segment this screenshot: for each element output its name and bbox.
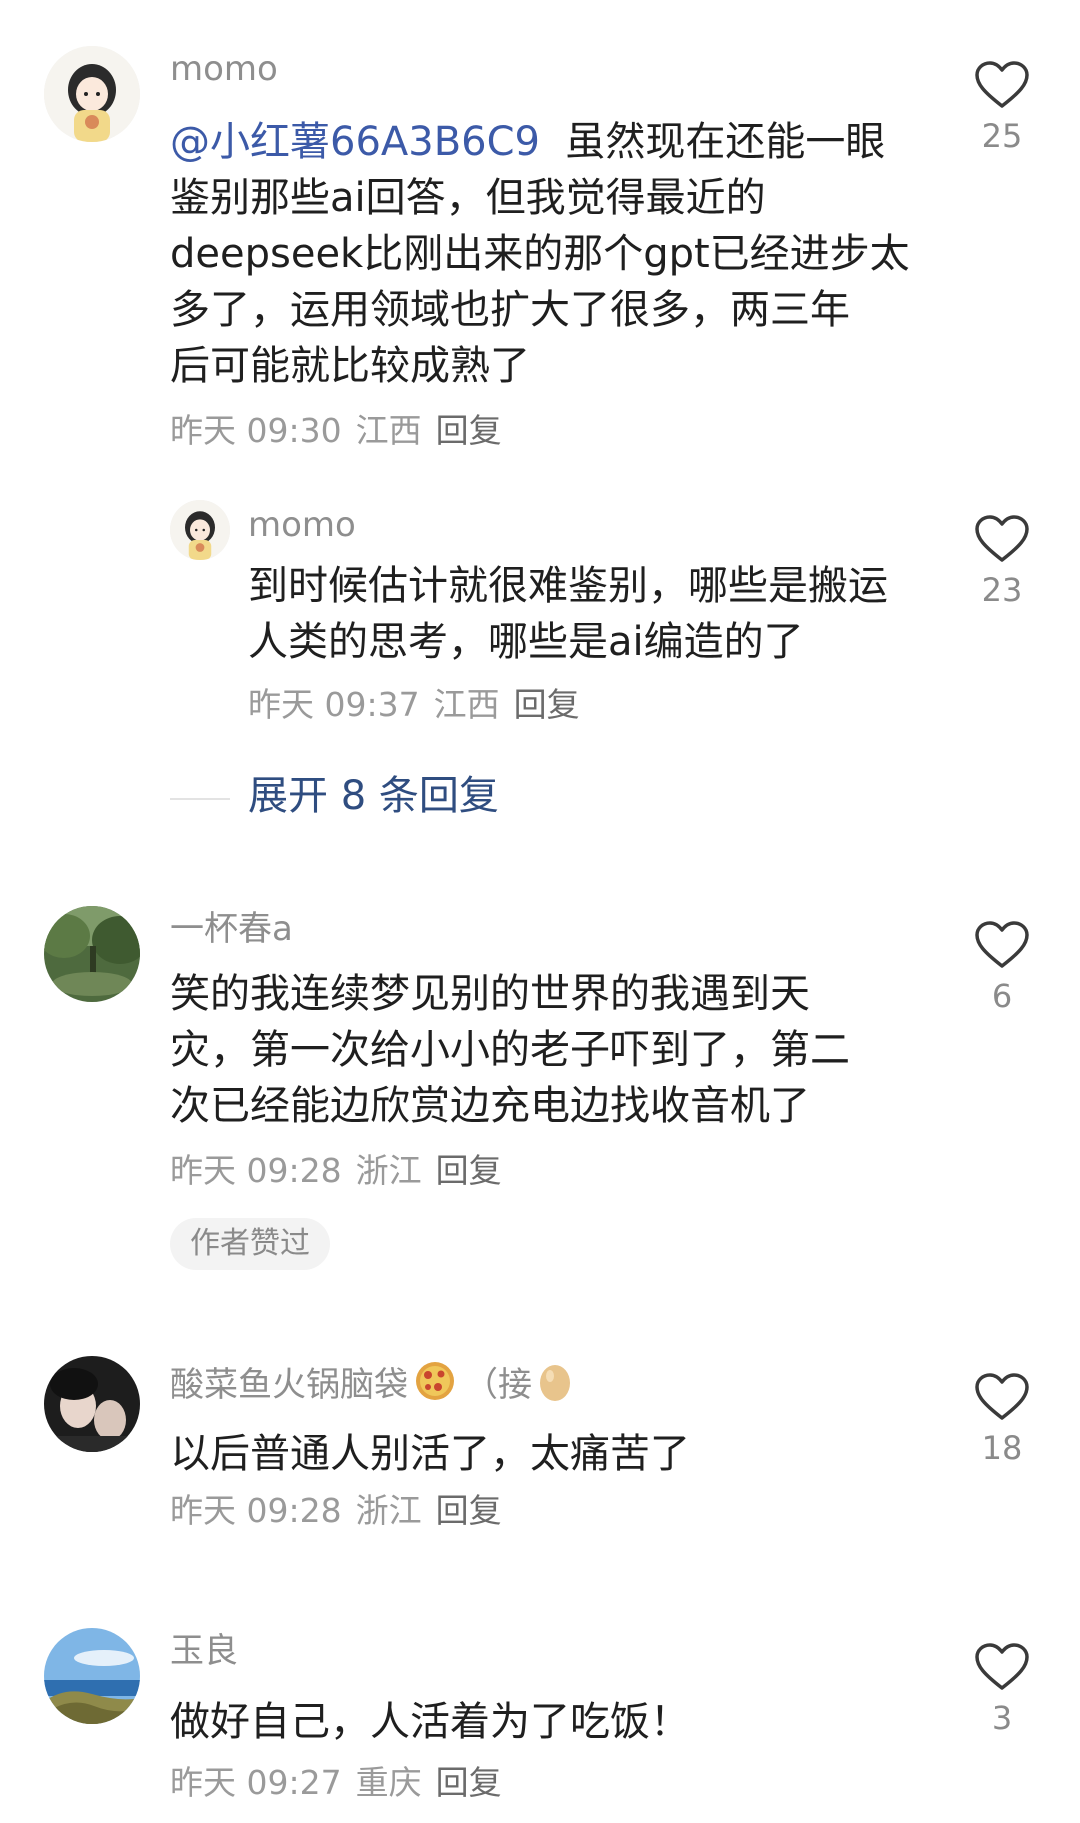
avatar[interactable] [44,906,140,1002]
comment-line: 鉴别那些ai回答，但我觉得最近的 [170,175,766,221]
avatar-seaside-photo [44,1628,140,1724]
reply-button[interactable]: 回复 [436,1763,502,1802]
divider [170,798,230,800]
heart-outline-icon [975,1373,1029,1420]
avatar-girl-illustration [44,46,140,142]
avatar[interactable] [170,500,230,560]
username[interactable]: 酸菜鱼火锅脑袋 （接 [170,1360,572,1408]
avatar[interactable] [44,46,140,142]
pizza-emoji-icon [414,1360,456,1408]
like-button[interactable]: 3 [962,1642,1042,1734]
comment-line: deepseek比刚出来的那个gpt已经进步太 [170,231,910,277]
comment-meta: 昨天 09:28 浙江 回复 [170,1154,516,1187]
like-button[interactable]: 18 [962,1372,1042,1464]
avatar-girl-illustration [170,500,230,560]
comment-line: 做好自己，人活着为了吃饭！ [170,1699,690,1745]
expand-replies-button[interactable]: 展开 8 条回复 [248,776,499,816]
username-suffix: （接 [464,1365,532,1405]
avatar[interactable] [44,1628,140,1724]
comment-text: 笑的我连续梦见别的世界的我遇到天 灾，第一次给小小的老子吓到了，第二 次已经能边… [170,966,850,1134]
avatar-photo [44,1356,140,1452]
heart-outline-icon [975,61,1029,108]
comment-meta: 昨天 09:30 江西 回复 [170,414,516,447]
like-button[interactable]: 23 [962,514,1042,606]
comment-line: 灾，第一次给小小的老子吓到了，第二 [170,1027,850,1073]
username[interactable]: 一杯春a [170,912,293,946]
heart-outline-icon [975,921,1029,968]
author-liked-badge: 作者赞过 [170,1218,330,1270]
reply-button[interactable]: 回复 [514,685,580,724]
comment-meta: 昨天 09:27 重庆 回复 [170,1766,516,1799]
like-count: 6 [991,977,1013,1015]
comment-time: 昨天 09:28 [170,1151,342,1190]
comment-line: 到时候估计就很难鉴别，哪些是搬运 [248,563,888,609]
comment-location: 浙江 [355,1491,422,1530]
heart-outline-icon [975,1643,1029,1690]
comment-line: 多了，运用领域也扩大了很多，两三年 [170,287,850,333]
avatar[interactable] [44,1356,140,1452]
like-button[interactable]: 6 [962,920,1042,1012]
like-count: 18 [981,1429,1023,1467]
mention-link[interactable]: @小红薯66A3B6C9 [170,119,540,165]
username-text: 酸菜鱼火锅脑袋 [170,1365,408,1405]
comment-line: 人类的思考，哪些是ai编造的了 [248,619,804,665]
username[interactable]: momo [248,508,356,542]
comment-line: 笑的我连续梦见别的世界的我遇到天 [170,971,810,1017]
comment-location: 浙江 [355,1151,422,1190]
reply-button[interactable]: 回复 [436,411,502,450]
comment-text: 到时候估计就很难鉴别，哪些是搬运 人类的思考，哪些是ai编造的了 [248,558,888,670]
heart-outline-icon [975,515,1029,562]
username[interactable]: 玉良 [170,1634,238,1668]
comment-text: 做好自己，人活着为了吃饭！ [170,1694,690,1750]
comment-text: @小红薯66A3B6C9 虽然现在还能一眼 鉴别那些ai回答，但我觉得最近的 d… [170,114,910,394]
comment-location: 重庆 [355,1763,422,1802]
comment-location: 江西 [433,685,500,724]
comment-line: 以后普通人别活了，太痛苦了 [170,1431,690,1477]
comment-location: 江西 [355,411,422,450]
comment-meta: 昨天 09:28 浙江 回复 [170,1494,516,1527]
comment-time: 昨天 09:28 [170,1491,342,1530]
like-count: 23 [981,571,1023,609]
comment-line: 次已经能边欣赏边充电边找收音机了 [170,1083,810,1129]
egg-emoji-icon [538,1360,572,1408]
like-count: 25 [981,117,1023,155]
reply-button[interactable]: 回复 [436,1151,502,1190]
comment-text: 以后普通人别活了，太痛苦了 [170,1426,690,1482]
comment-time: 昨天 09:37 [248,685,420,724]
like-count: 3 [991,1699,1013,1737]
comment-meta: 昨天 09:37 江西 回复 [248,688,594,721]
avatar-forest-photo [44,906,140,1002]
reply-button[interactable]: 回复 [436,1491,502,1530]
comment-time: 昨天 09:27 [170,1763,342,1802]
username[interactable]: momo [170,52,278,86]
comment-time: 昨天 09:30 [170,411,342,450]
comment-line: 虽然现在还能一眼 [565,119,886,165]
like-button[interactable]: 25 [962,60,1042,152]
comment-line: 后可能就比较成熟了 [170,343,530,389]
